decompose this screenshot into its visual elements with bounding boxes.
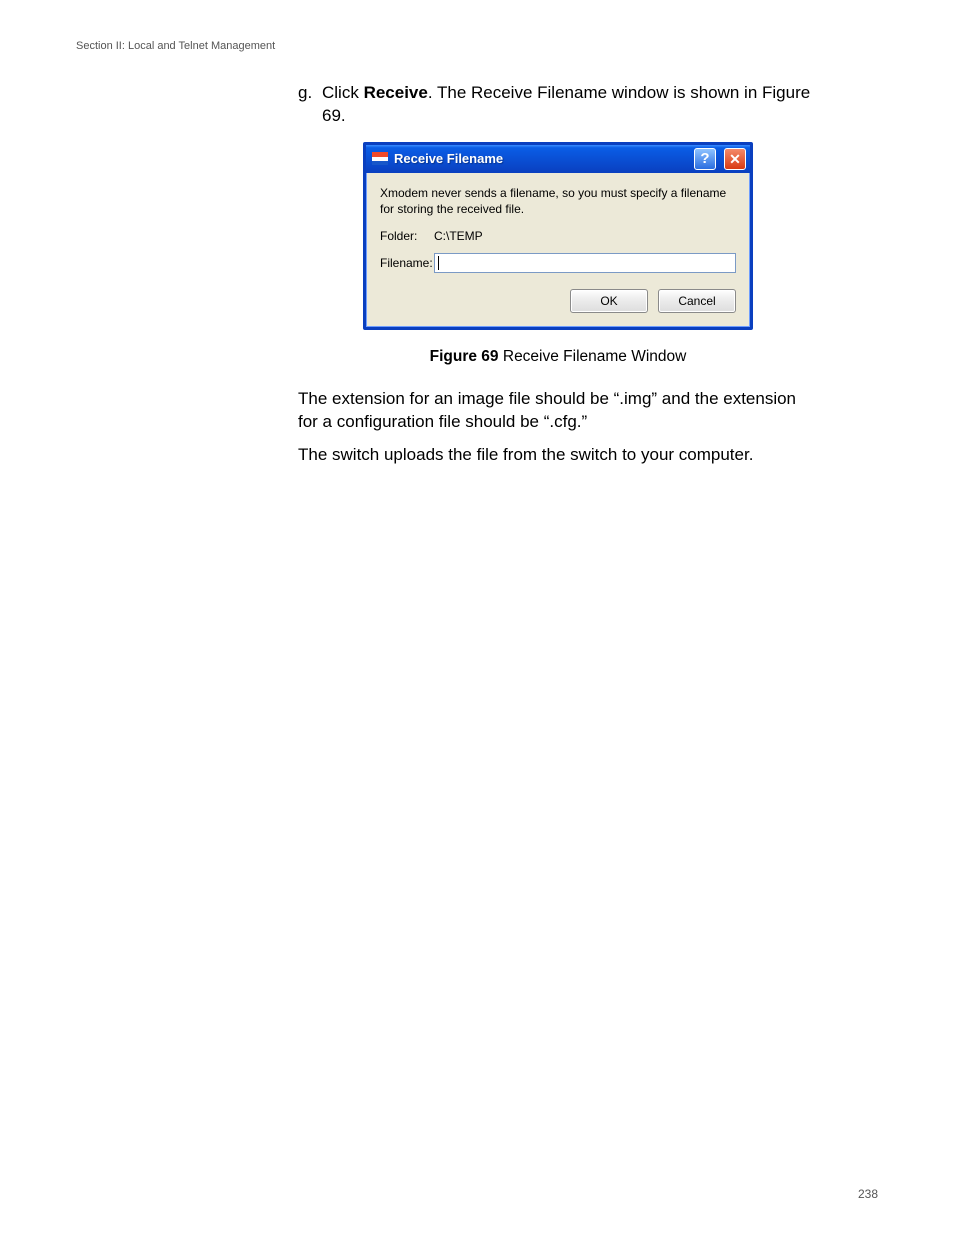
figure-caption-bold: Figure 69: [430, 348, 499, 365]
figure-caption: Figure 69 Receive Filename Window: [298, 348, 818, 366]
section-header: Section II: Local and Telnet Management: [76, 40, 878, 52]
step-text-before: Click: [322, 83, 364, 102]
paragraph-upload: The switch uploads the file from the swi…: [298, 444, 818, 467]
folder-label: Folder:: [380, 229, 434, 243]
folder-row: Folder: C:\TEMP: [380, 229, 736, 243]
step-text: Click Receive. The Receive Filename wind…: [322, 82, 818, 128]
receive-filename-dialog: Receive Filename ? ✕ Xmodem never sends …: [363, 142, 753, 330]
text-caret-icon: [438, 256, 439, 270]
dialog-body: Xmodem never sends a filename, so you mu…: [366, 173, 750, 327]
app-icon: [372, 152, 388, 165]
content-area: g. Click Receive. The Receive Filename w…: [298, 82, 818, 467]
step-marker: g.: [298, 82, 322, 105]
close-icon: ✕: [729, 152, 741, 166]
step-bold: Receive: [364, 83, 428, 102]
folder-value: C:\TEMP: [434, 229, 483, 243]
close-button[interactable]: ✕: [724, 148, 746, 170]
dialog-titlebar[interactable]: Receive Filename ? ✕: [366, 145, 750, 173]
dialog-message: Xmodem never sends a filename, so you mu…: [380, 185, 736, 217]
figure-caption-rest: Receive Filename Window: [499, 348, 687, 365]
figure-wrap: Receive Filename ? ✕ Xmodem never sends …: [298, 142, 818, 330]
dialog-title: Receive Filename: [394, 151, 686, 166]
paragraph-extensions: The extension for an image file should b…: [298, 388, 818, 434]
instruction-step: g. Click Receive. The Receive Filename w…: [298, 82, 818, 128]
help-icon: ?: [700, 150, 709, 167]
filename-input[interactable]: [434, 253, 736, 273]
filename-label: Filename:: [380, 256, 434, 270]
page-number: 238: [858, 1187, 878, 1201]
help-button[interactable]: ?: [694, 148, 716, 170]
cancel-button[interactable]: Cancel: [658, 289, 736, 313]
filename-row: Filename:: [380, 253, 736, 273]
dialog-button-row: OK Cancel: [380, 289, 736, 313]
ok-button[interactable]: OK: [570, 289, 648, 313]
